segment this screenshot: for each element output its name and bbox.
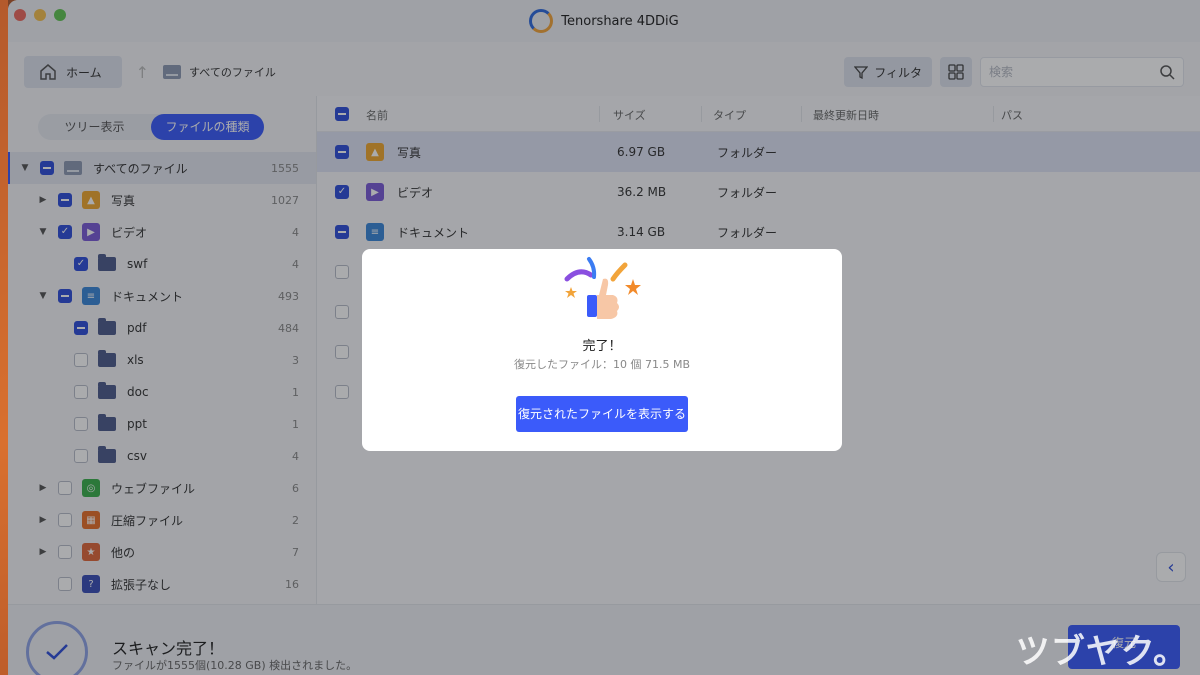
dialog-subtitle: 復元したファイル：10 個 71.5 MB bbox=[513, 358, 690, 371]
show-recovered-files-button[interactable]: 復元されたファイルを表示する bbox=[516, 396, 688, 432]
dialog-title: 完了！ bbox=[582, 339, 622, 354]
watermark: ツブヤク。 bbox=[1015, 632, 1188, 672]
recovery-complete-dialog: 完了！ 復元したファイル：10 個 71.5 MB 復元されたファイルを表示する bbox=[362, 249, 842, 451]
thumbs-up-icon bbox=[564, 257, 641, 319]
